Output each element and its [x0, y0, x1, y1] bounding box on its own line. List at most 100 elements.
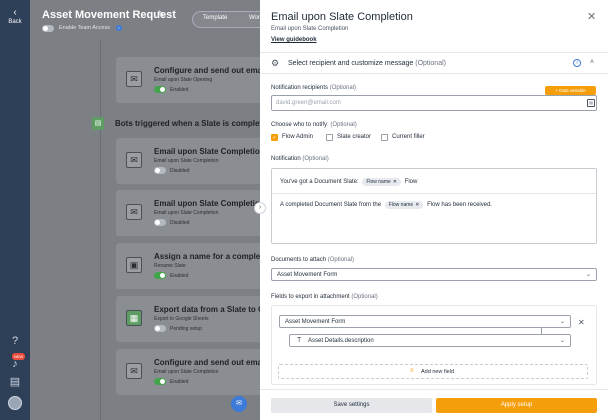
- bot-card[interactable]: ✉ Configure and send out email Email upo…: [116, 57, 266, 103]
- bot-card-subtitle: Email upon Slate Completion: [154, 158, 219, 164]
- chevron-left-icon: ‹: [13, 7, 17, 18]
- bot-card-subtitle: Email upon Slate Completion: [154, 210, 219, 216]
- bot-enabled-toggle[interactable]: [154, 167, 166, 174]
- help-icon[interactable]: ?: [8, 334, 22, 348]
- chevron-up-icon[interactable]: ˄: [590, 59, 594, 66]
- gear-icon: ⚙: [271, 58, 280, 68]
- bot-enabled-toggle[interactable]: [154, 219, 166, 226]
- bot-card[interactable]: ✉ Email upon Slate Completion Email upon…: [116, 190, 266, 236]
- team-access-toggle[interactable]: [42, 25, 54, 32]
- tab-template[interactable]: Template: [203, 15, 227, 21]
- bot-status: Enabled: [170, 273, 189, 279]
- bot-card-title: Export data from a Slate to Go: [154, 305, 270, 314]
- panel-footer: Save settings Apply setup: [260, 389, 608, 420]
- documents-label: Documents to attach (Optional): [271, 257, 355, 263]
- slate-creator-label: Slate creator: [337, 134, 372, 140]
- fields-label: Fields to export in attachment (Optional…: [271, 294, 378, 300]
- text-field-icon: T: [297, 337, 302, 344]
- sheets-icon: ▦: [126, 310, 142, 326]
- back-label: Back: [8, 19, 22, 25]
- section-header[interactable]: ⚙ Select recipient and customize message…: [260, 52, 608, 74]
- bot-card-title: Email upon Slate Completion: [154, 199, 265, 208]
- bot-card-title: Assign a name for a completed: [154, 252, 273, 261]
- recipients-placeholder: david.green@email.com: [276, 100, 341, 106]
- email-icon: ✉: [126, 204, 142, 220]
- bot-status: Disabled: [170, 168, 190, 174]
- bot-card[interactable]: ✉ Email upon Slate Completion Email upon…: [116, 138, 266, 184]
- pencil-icon[interactable]: ✎: [157, 9, 165, 20]
- panel-subtitle: Email upon Slate Completion: [271, 26, 349, 32]
- fields-document-select[interactable]: Asset Movement Form ⌄: [279, 315, 571, 328]
- bot-status: Disabled: [170, 220, 190, 226]
- divider: [272, 193, 596, 194]
- bot-card[interactable]: ▦ Export data from a Slate to Go Export …: [116, 296, 270, 342]
- remove-chip-icon: ✕: [392, 179, 397, 185]
- back-button[interactable]: ‹ Back: [3, 7, 27, 33]
- bot-card-subtitle: Email upon Slate Opening: [154, 77, 213, 83]
- chevron-right-icon[interactable]: ›: [254, 202, 266, 214]
- team-access-label: Enable Team Access: [59, 25, 110, 31]
- add-field-icon: ≡: [410, 368, 414, 374]
- recipients-input[interactable]: david.green@email.com ▤: [271, 95, 597, 111]
- email-body[interactable]: A completed Document Slate from the Flow…: [280, 201, 492, 209]
- bot-card-title: Configure and send out email: [154, 358, 267, 367]
- save-settings-button[interactable]: Save settings: [271, 398, 432, 413]
- notification-label: Notification (Optional): [271, 156, 329, 162]
- email-icon: ✉: [126, 152, 142, 168]
- bot-card[interactable]: ✉ Configure and send out email Email upo…: [116, 349, 266, 395]
- bot-enabled-toggle[interactable]: [154, 378, 166, 385]
- bot-settings-panel: Email upon Slate Completion Email upon S…: [260, 0, 608, 420]
- flow-name-chip[interactable]: Flow name ✕: [362, 178, 401, 186]
- bot-card-subtitle: Rename Slate: [154, 263, 186, 269]
- checkbox-slate-creator[interactable]: [326, 134, 333, 141]
- data-variable-button[interactable]: + Data variable: [545, 86, 596, 95]
- close-icon[interactable]: ✕: [587, 10, 596, 23]
- avatar[interactable]: [8, 396, 22, 410]
- bot-card[interactable]: ▣ Assign a name for a completed Rename S…: [116, 243, 272, 289]
- current-filler-label: Current filler: [392, 134, 425, 140]
- section-title: Select recipient and customize message (…: [288, 60, 446, 67]
- variable-icon[interactable]: ▤: [587, 99, 595, 107]
- email-icon: ✉: [126, 71, 142, 87]
- email-subject[interactable]: You've got a Document Slate: Flow name ✕ …: [280, 178, 417, 186]
- chevron-down-icon: ⌄: [559, 338, 565, 344]
- bot-enabled-toggle[interactable]: [154, 86, 166, 93]
- bot-status: Pending setup: [170, 326, 202, 332]
- panel-title: Email upon Slate Completion: [271, 11, 413, 23]
- checkbox-current-filler[interactable]: [381, 134, 388, 141]
- flow-admin-label: Flow Admin: [282, 134, 314, 140]
- flow-connector-line: [100, 40, 101, 420]
- remove-chip-icon: ✕: [415, 202, 420, 208]
- add-field-button[interactable]: ≡ Add new field: [278, 364, 588, 379]
- notify-label: Choose who to notify: (Optional): [271, 122, 357, 128]
- flow-title: Asset Movement Request: [42, 9, 176, 21]
- bot-card-title: Email upon Slate Completion: [154, 147, 265, 156]
- flow-name-chip[interactable]: Flow name ✕: [384, 201, 424, 209]
- bot-status: Enabled: [170, 87, 189, 93]
- bot-enabled-toggle[interactable]: [154, 272, 166, 279]
- bot-card-title: Configure and send out email: [154, 66, 267, 75]
- chevron-down-icon: ⌄: [585, 272, 591, 278]
- rename-icon: ▣: [126, 257, 142, 273]
- clipboard-icon[interactable]: ▤: [8, 375, 22, 389]
- bot-enabled-toggle[interactable]: [154, 325, 166, 332]
- remove-field-icon[interactable]: ✕: [578, 318, 585, 327]
- info-icon[interactable]: i: [116, 25, 122, 31]
- document-icon: ▤: [92, 117, 104, 130]
- field-select[interactable]: T Asset Details.description ⌄: [289, 334, 571, 347]
- apply-setup-button[interactable]: Apply setup: [436, 398, 597, 413]
- left-rail: ‹ Back ? ♪ NEW ▤: [0, 0, 30, 420]
- chevron-down-icon: ⌄: [559, 319, 565, 325]
- bot-card-subtitle: Export to Google Sheets: [154, 316, 209, 322]
- bot-status: Enabled: [170, 379, 189, 385]
- documents-select[interactable]: Asset Movement Form ⌄: [271, 268, 597, 281]
- chat-icon[interactable]: ✉: [231, 396, 247, 412]
- new-badge: NEW: [12, 353, 26, 360]
- recipients-label: Notification recipients (Optional): [271, 85, 357, 91]
- guidebook-link[interactable]: View guidebook: [271, 37, 317, 43]
- bot-group-label: Bots triggered when a Slate is completed: [115, 119, 272, 128]
- info-icon[interactable]: i: [573, 59, 581, 67]
- checkbox-flow-admin[interactable]: ✓: [271, 134, 278, 141]
- notification-editor[interactable]: You've got a Document Slate: Flow name ✕ …: [271, 168, 597, 244]
- bot-card-subtitle: Email upon Slate Completion: [154, 369, 219, 375]
